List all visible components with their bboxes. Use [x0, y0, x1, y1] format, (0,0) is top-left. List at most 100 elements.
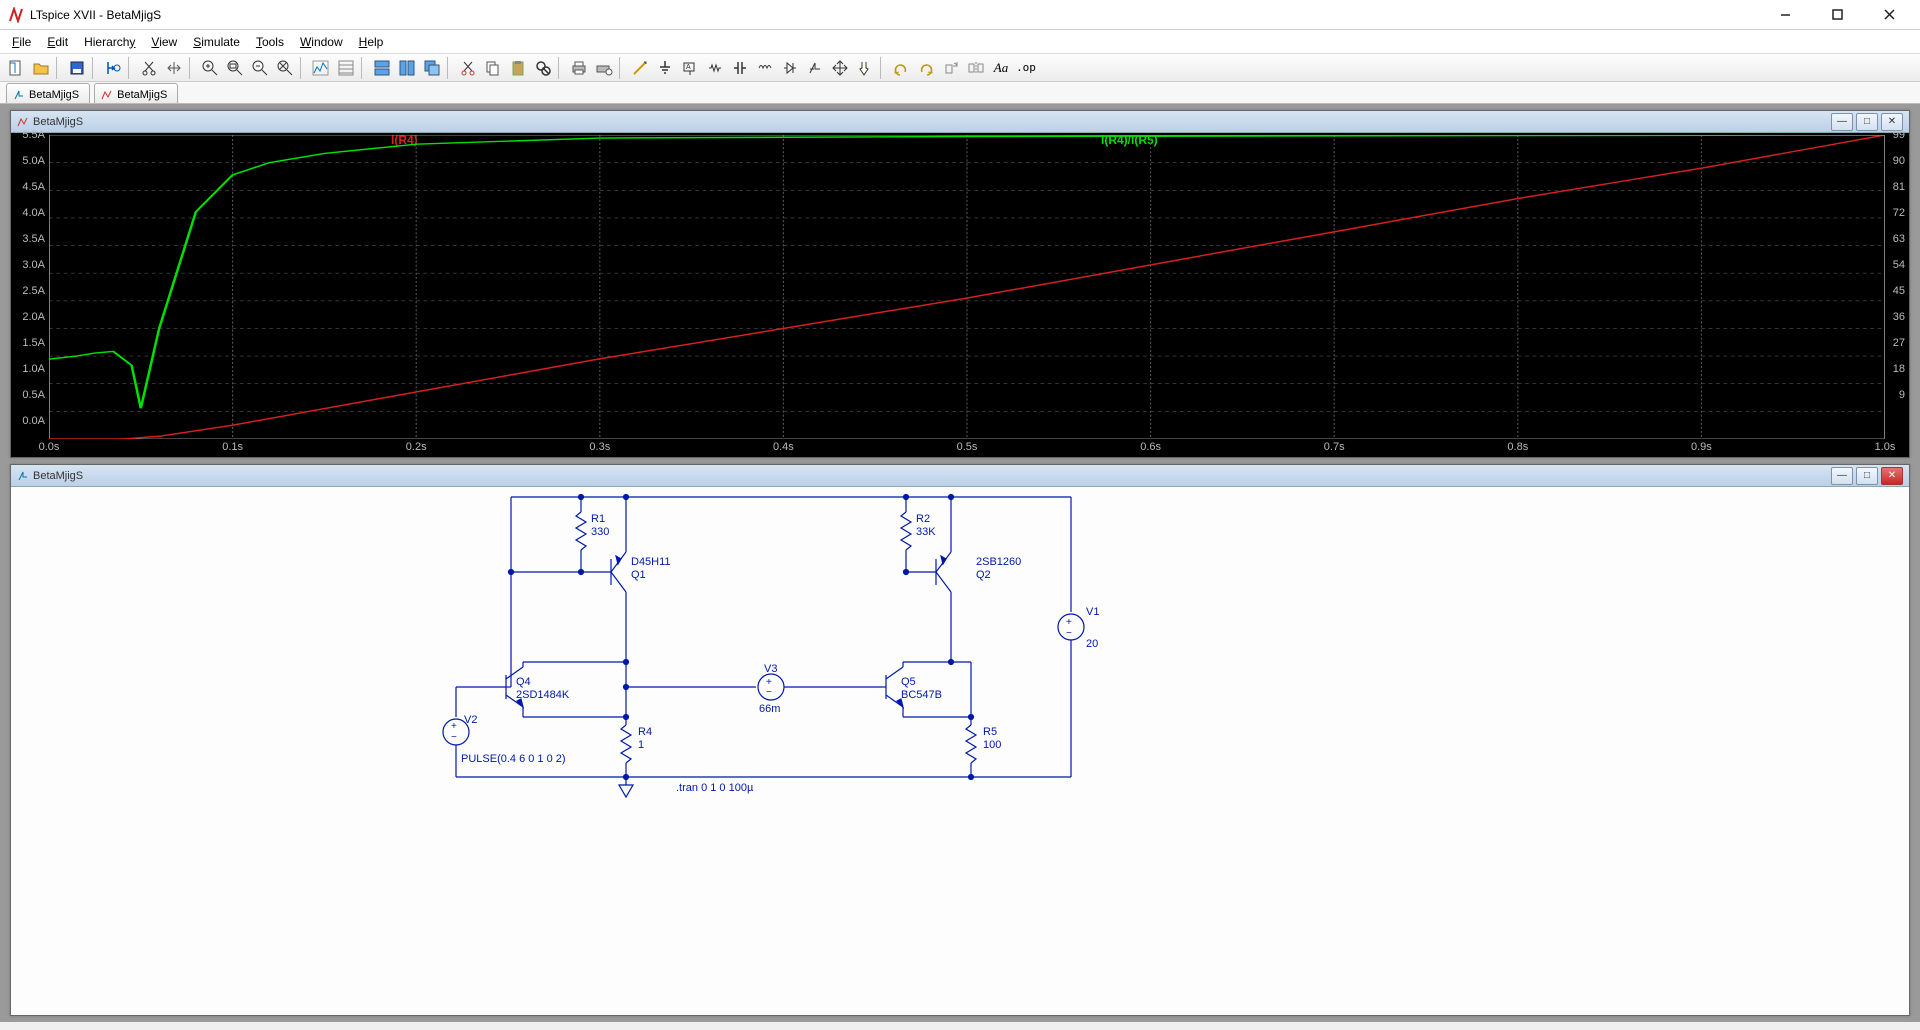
zoom-fit-button[interactable] — [273, 56, 297, 80]
schematic-canvas[interactable]: + − + − — [11, 487, 1909, 1015]
pan-button[interactable] — [162, 56, 186, 80]
x-tick-label: 0.7s — [1324, 441, 1345, 453]
rotate-button[interactable] — [939, 56, 963, 80]
x-tick-label: 0.1s — [222, 441, 243, 453]
waveform-window[interactable]: BetaMjigS — □ ✕ I(R4) I(R4)/I(R5) 5.5A5.… — [10, 110, 1910, 458]
x-tick-label: 1.0s — [1875, 441, 1896, 453]
y-axis-left[interactable]: 5.5A5.0A4.5A4.0A3.5A3.0A2.5A2.0A1.5A1.0A… — [11, 133, 49, 439]
pane-close-button[interactable]: ✕ — [1881, 113, 1903, 131]
y2-tick-label: 81 — [1893, 181, 1905, 193]
capacitor-button[interactable] — [728, 56, 752, 80]
open-button[interactable] — [29, 56, 53, 80]
schematic-titlebar[interactable]: BetaMjigS — □ ✕ — [11, 465, 1909, 487]
menu-hierarchy[interactable]: Hierarchy — [76, 33, 143, 51]
y-tick-label: 2.5A — [22, 285, 45, 297]
paste-button[interactable] — [506, 56, 530, 80]
y2-tick-label: 63 — [1893, 233, 1905, 245]
tab-label: BetaMjigS — [29, 89, 79, 101]
move-button[interactable] — [828, 56, 852, 80]
y2-tick-label: 9 — [1899, 389, 1905, 401]
run-button[interactable] — [101, 56, 125, 80]
autorange-button[interactable] — [309, 56, 333, 80]
menu-help[interactable]: Help — [351, 33, 392, 51]
zoom-in-button[interactable] — [198, 56, 222, 80]
y2-tick-label: 27 — [1893, 337, 1905, 349]
cut-button[interactable] — [456, 56, 480, 80]
close-button[interactable] — [1866, 1, 1912, 29]
spice-directive-button[interactable]: .op — [1014, 56, 1038, 80]
Q1-name: Q1 — [631, 569, 646, 581]
draw-wire-button[interactable] — [628, 56, 652, 80]
toolbar: A Aa .op — [0, 54, 1920, 82]
ground-button[interactable] — [653, 56, 677, 80]
drag-button[interactable] — [853, 56, 877, 80]
tile-h-button[interactable] — [370, 56, 394, 80]
menu-simulate[interactable]: Simulate — [185, 33, 248, 51]
label-net-button[interactable]: A — [678, 56, 702, 80]
V3-value: 66m — [759, 703, 780, 715]
print-button[interactable] — [567, 56, 591, 80]
pane-close-button[interactable]: ✕ — [1881, 467, 1903, 485]
minimize-button[interactable] — [1762, 1, 1808, 29]
pane-maximize-button[interactable]: □ — [1856, 113, 1878, 131]
x-tick-label: 0.5s — [957, 441, 978, 453]
waveform-titlebar[interactable]: BetaMjigS — □ ✕ — [11, 111, 1909, 133]
document-tabs: BetaMjigS BetaMjigS — [0, 82, 1920, 104]
menu-view[interactable]: View — [143, 33, 185, 51]
tab-waveform[interactable]: BetaMjigS — [94, 83, 178, 103]
y-tick-label: 3.5A — [22, 233, 45, 245]
R2-name: R2 — [916, 513, 930, 525]
window-title: LTspice XVII - BetaMjigS — [30, 8, 1762, 22]
Q4-model: 2SD1484K — [516, 689, 570, 701]
text-button[interactable]: Aa — [989, 56, 1013, 80]
find-button[interactable] — [531, 56, 555, 80]
component-button[interactable] — [803, 56, 827, 80]
print-setup-button[interactable] — [592, 56, 616, 80]
diode-button[interactable] — [778, 56, 802, 80]
x-tick-label: 0.3s — [589, 441, 610, 453]
Q4-name: Q4 — [516, 676, 531, 688]
schematic-window[interactable]: BetaMjigS — □ ✕ — [10, 464, 1910, 1016]
waveform-plot[interactable]: I(R4) I(R4)/I(R5) 5.5A5.0A4.5A4.0A3.5A3.… — [11, 133, 1909, 457]
copy-button[interactable] — [481, 56, 505, 80]
y2-tick-label: 36 — [1893, 311, 1905, 323]
menu-tools[interactable]: Tools — [248, 33, 292, 51]
resistor-button[interactable] — [703, 56, 727, 80]
x-tick-label: 0.0s — [39, 441, 60, 453]
menu-window[interactable]: Window — [292, 33, 351, 51]
x-tick-label: 0.9s — [1691, 441, 1712, 453]
spice-directive: .tran 0 1 0 100µ — [676, 782, 754, 794]
schematic-icon — [17, 470, 29, 482]
x-axis[interactable]: 0.0s0.1s0.2s0.3s0.4s0.5s0.6s0.7s0.8s0.9s… — [49, 439, 1885, 457]
mdi-workspace: BetaMjigS — □ ✕ I(R4) I(R4)/I(R5) 5.5A5.… — [0, 104, 1920, 1022]
inductor-button[interactable] — [753, 56, 777, 80]
Q5-name: Q5 — [901, 676, 916, 688]
zoom-area-button[interactable] — [223, 56, 247, 80]
mirror-button[interactable] — [964, 56, 988, 80]
svg-text:A: A — [686, 64, 691, 71]
plot-area[interactable] — [49, 135, 1885, 439]
menu-file[interactable]: File — [4, 33, 39, 51]
cut-button2[interactable] — [137, 56, 161, 80]
R5-name: R5 — [983, 726, 997, 738]
svg-text:−: − — [1066, 628, 1072, 639]
pane-maximize-button[interactable]: □ — [1856, 467, 1878, 485]
tile-v-button[interactable] — [395, 56, 419, 80]
cascade-button[interactable] — [420, 56, 444, 80]
save-button[interactable] — [65, 56, 89, 80]
Q5-model: BC547B — [901, 689, 942, 701]
zoom-out-button[interactable] — [248, 56, 272, 80]
tab-label: BetaMjigS — [117, 89, 167, 101]
y2-tick-label: 18 — [1893, 363, 1905, 375]
new-schematic-button[interactable] — [4, 56, 28, 80]
tab-schematic[interactable]: BetaMjigS — [6, 83, 90, 103]
undo-button[interactable] — [889, 56, 913, 80]
y2-tick-label: 99 — [1893, 129, 1905, 141]
maximize-button[interactable] — [1814, 1, 1860, 29]
redo-button[interactable] — [914, 56, 938, 80]
pane-minimize-button[interactable]: — — [1831, 467, 1853, 485]
y-axis-right[interactable]: 999081726354453627189 — [1885, 133, 1909, 439]
menu-edit[interactable]: Edit — [39, 33, 76, 51]
settings-button[interactable] — [334, 56, 358, 80]
pane-minimize-button[interactable]: — — [1831, 113, 1853, 131]
